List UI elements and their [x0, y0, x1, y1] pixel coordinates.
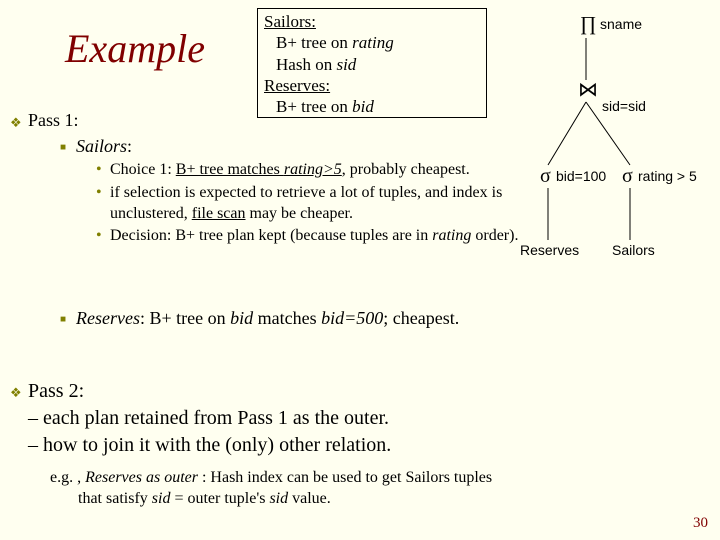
reserves-b: bid — [230, 308, 253, 328]
eg-l2a: that satisfy — [78, 490, 152, 507]
diagram-sname-label: sname — [600, 16, 642, 32]
eg-mid: : Hash index can be used to get Sailors … — [198, 469, 492, 486]
box-reserves-header: Reserves: — [264, 76, 330, 95]
diagram-sidsid-label: sid=sid — [602, 98, 646, 114]
pass2-block: Pass 2: – each plan retained from Pass 1… — [28, 378, 391, 459]
box-sailors-btree-text: B+ tree on — [276, 33, 352, 52]
sailors-bullet-em: Sailors — [76, 136, 127, 156]
choice3-c: order). — [471, 227, 518, 244]
index-box: Sailors: B+ tree on rating Hash on sid R… — [257, 8, 487, 118]
sailors-bullet-suffix: : — [127, 136, 132, 156]
box-sailors-hash-em: sid — [336, 55, 356, 74]
box-sailors-header: Sailors: — [264, 12, 316, 31]
choice3-a: Decision: B+ tree plan kept (because tup… — [110, 227, 432, 244]
eg-prefix: e.g. , — [50, 469, 85, 486]
subbullets: • Choice 1: B+ tree matches rating>5, pr… — [96, 160, 526, 249]
pass2-line2: – each plan retained from Pass 1 as the … — [28, 405, 391, 432]
choice2-text: if selection is expected to retrieve a l… — [110, 183, 526, 225]
diagram-rating5-label: rating > 5 — [638, 168, 697, 184]
choice1-d: , probably cheapest. — [342, 161, 470, 178]
choice2-c: may be cheaper. — [246, 205, 354, 222]
query-tree-diagram: ∏ ⋈ σ σ sname sid=sid bid=100 rating > 5… — [530, 10, 710, 290]
pass1-label: Pass 1: — [28, 110, 79, 131]
eg-l2e: value. — [288, 490, 331, 507]
box-reserves-btree-em: bid — [352, 97, 374, 116]
diagram-reserves-label: Reserves — [520, 242, 579, 258]
choice3-b: rating — [432, 227, 471, 244]
diagram-bid100-label: bid=100 — [556, 168, 606, 184]
diagram-sailors-label: Sailors — [612, 242, 655, 258]
reserves-e: ; cheapest. — [383, 308, 459, 328]
bullet-dot-icon: • — [96, 183, 110, 225]
choice2-b: file scan — [192, 205, 246, 222]
svg-text:∏: ∏ — [580, 13, 596, 35]
choice1-text: Choice 1: B+ tree matches rating>5, prob… — [110, 160, 526, 181]
bullet-diamond-icon: ❖ — [10, 115, 22, 131]
choice1-underline: B+ tree matches rating>5 — [176, 161, 342, 178]
eg-em1: Reserves as outer — [85, 469, 198, 486]
box-sailors-btree-em: rating — [352, 33, 394, 52]
page-title: Example — [65, 25, 205, 72]
choice1-b: B+ tree matches — [176, 161, 284, 178]
sailors-bullet: Sailors: — [76, 136, 132, 157]
pass2-line3: – how to join it with the (only) other r… — [28, 432, 391, 459]
bullet-diamond-icon: ❖ — [10, 385, 22, 401]
svg-text:⋈: ⋈ — [578, 79, 598, 101]
page-number: 30 — [693, 515, 708, 532]
svg-text:σ: σ — [540, 165, 551, 187]
reserves-c: matches — [253, 308, 321, 328]
choice1-a: Choice 1: — [110, 161, 176, 178]
reserves-em: Reserves — [76, 308, 140, 328]
choice3-text: Decision: B+ tree plan kept (because tup… — [110, 226, 526, 247]
box-reserves-btree-text: B+ tree on — [276, 97, 352, 116]
eg-l2b: sid — [152, 490, 171, 507]
eg-l2c: = outer tuple's — [170, 490, 269, 507]
bullet-square-icon: ■ — [60, 142, 66, 153]
svg-text:σ: σ — [622, 165, 633, 187]
box-sailors-hash-text: Hash on — [276, 55, 336, 74]
reserves-bullet: Reserves: B+ tree on bid matches bid=500… — [76, 308, 459, 329]
eg-l2d: sid — [269, 490, 288, 507]
bullet-dot-icon: • — [96, 226, 110, 247]
reserves-d: bid=500 — [321, 308, 383, 328]
choice1-c: rating>5 — [284, 161, 342, 178]
bullet-dot-icon: • — [96, 160, 110, 181]
reserves-a: : B+ tree on — [140, 308, 230, 328]
example-block: e.g. , Reserves as outer : Hash index ca… — [50, 468, 690, 510]
pass2-line1: Pass 2: — [28, 378, 391, 405]
bullet-square-icon: ■ — [60, 314, 66, 325]
eg-line2: that satisfy sid = outer tuple's sid val… — [78, 489, 690, 510]
